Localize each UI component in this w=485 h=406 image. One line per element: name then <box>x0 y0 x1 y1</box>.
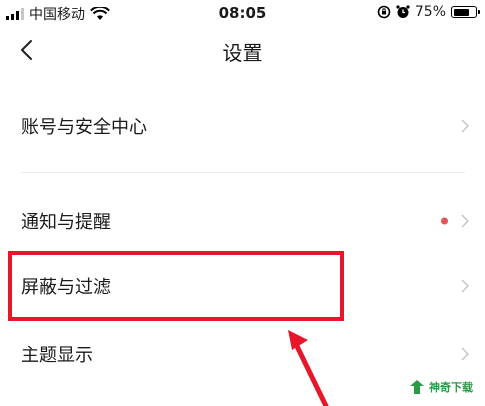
chevron-right-icon <box>461 279 469 293</box>
settings-item-account-security[interactable]: 账号与安全中心 <box>0 98 485 154</box>
watermark-text: 神奇下载 <box>429 381 473 394</box>
status-bar: 中国移动 08:05 75% <box>0 0 485 28</box>
highlight-annotation-box <box>8 251 344 321</box>
settings-item-theme[interactable]: 主题显示 <box>0 326 485 382</box>
chevron-right-icon <box>461 119 469 133</box>
watermark-logo-icon <box>410 380 424 394</box>
chevron-right-icon <box>461 347 469 361</box>
settings-item-label: 账号与安全中心 <box>21 117 147 138</box>
red-arrow-icon <box>288 330 329 406</box>
status-right: 75% <box>377 4 480 20</box>
nav-bar: 设置 <box>0 28 485 72</box>
battery-percent: 75% <box>414 4 446 20</box>
battery-icon <box>451 6 480 18</box>
settings-item-label: 通知与提醒 <box>21 212 111 233</box>
notification-dot <box>441 217 448 225</box>
battery-fill <box>453 8 469 16</box>
alarm-icon <box>396 5 410 18</box>
settings-item-label: 主题显示 <box>21 345 93 366</box>
settings-item-notifications[interactable]: 通知与提醒 <box>0 193 485 249</box>
section-divider <box>21 172 465 173</box>
rotation-lock-icon <box>377 5 391 19</box>
page-title: 设置 <box>222 41 263 65</box>
chevron-right-icon <box>461 214 469 228</box>
watermark: 神奇下载 <box>408 378 473 396</box>
